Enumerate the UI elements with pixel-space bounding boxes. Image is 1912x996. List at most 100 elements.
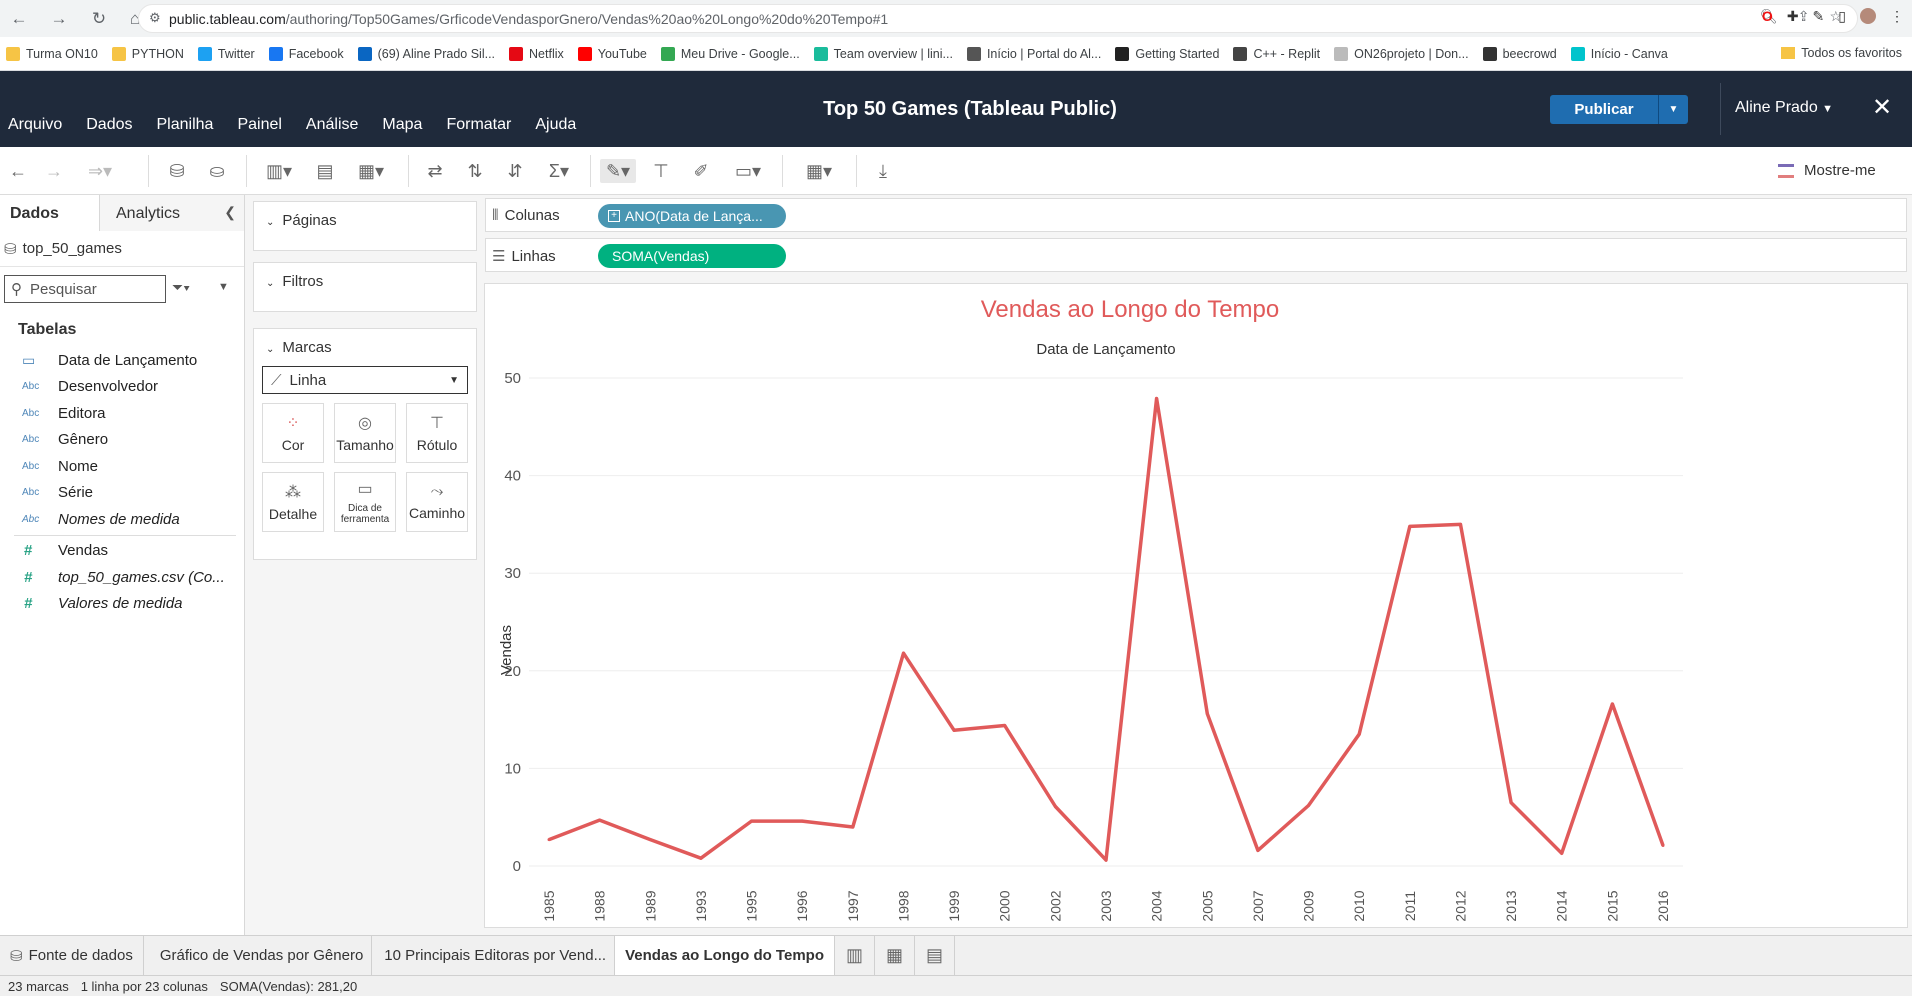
datasource-name: top_50_games	[22, 240, 122, 257]
search-row: ⚲ Pesquisar ⏷▾ ▼	[0, 267, 244, 311]
bookmark-item[interactable]: (69) Aline Prado Sil...	[357, 46, 495, 61]
close-icon[interactable]: ✕	[1872, 93, 1892, 122]
viz-container: Vendas ao Longo do Tempo Data de Lançame…	[484, 283, 1908, 928]
pause-updates-icon[interactable]: ⛀	[204, 159, 230, 183]
data-point	[1408, 524, 1412, 528]
line-chart[interactable]: Data de Lançamento01020304050Vendas1985 1…	[485, 284, 1907, 927]
show-me-button[interactable]: Mostre-me	[1778, 162, 1876, 179]
bookmark-item[interactable]: Facebook	[268, 46, 344, 61]
field-item[interactable]: Abc Desenvolvedor	[0, 374, 244, 401]
all-bookmarks[interactable]: Todos os favoritos	[1781, 46, 1902, 60]
field-item[interactable]: ▭ Data de Lançamento	[0, 347, 244, 374]
field-name: Desenvolvedor	[58, 378, 159, 396]
sidepanel-icon[interactable]: ▯	[1838, 8, 1846, 25]
replay-icon[interactable]: ⇒▾	[80, 159, 120, 183]
bookmark-item[interactable]: Getting Started	[1115, 46, 1219, 61]
datasource-tab[interactable]: ⛁ Fonte de dados	[0, 935, 144, 976]
mark-type-select[interactable]: ⟋ Linha ▼	[262, 366, 468, 394]
tab-dados[interactable]: Dados	[0, 195, 100, 231]
field-item[interactable]: # top_50_games.csv (Co...	[0, 564, 244, 591]
columns-pill[interactable]: + ANO(Data de Lança...	[598, 204, 786, 228]
duplicate-sheet-icon[interactable]: ▤	[312, 159, 338, 183]
site-info-icon[interactable]: ⚙	[149, 10, 161, 26]
redo-icon[interactable]: →	[42, 159, 66, 183]
filters-label: Filtros	[282, 273, 324, 290]
swap-icon[interactable]: ⇄	[422, 159, 448, 183]
bookmark-item[interactable]: beecrowd	[1482, 46, 1557, 61]
tab-analytics[interactable]: Analytics	[100, 195, 244, 231]
profile-avatar[interactable]	[1860, 8, 1876, 24]
marks-card: ⌄ Marcas ⟋ Linha ▼ ⁘ Cor ◎ Tamanho ⊤ Rótulo …	[253, 328, 477, 560]
field-item[interactable]: Abc Editora	[0, 400, 244, 427]
download-icon[interactable]: ⤓	[870, 159, 896, 183]
rows-shelf[interactable]: ☰ Linhas SOMA(Vendas)	[485, 238, 1907, 272]
clear-sheet-icon[interactable]: ▦▾	[352, 159, 390, 183]
puzzle-icon[interactable]: ✚	[1787, 8, 1799, 25]
bookmark-item[interactable]: Netflix	[509, 46, 564, 61]
new-worksheet-icon[interactable]: ▥	[835, 935, 875, 976]
x-tick-label: 1988	[592, 890, 608, 921]
bookmark-item[interactable]: Início | Portal do Al...	[966, 46, 1101, 61]
bookmark-item[interactable]: PYTHON	[111, 46, 184, 61]
bookmark-item[interactable]: Turma ON10	[6, 46, 98, 61]
pages-card[interactable]: ⌄ Páginas	[253, 201, 477, 251]
new-story-icon[interactable]: ▤	[915, 935, 955, 976]
sheet-tab-active[interactable]: Vendas ao Longo do Tempo	[615, 935, 835, 976]
bookmark-item[interactable]: Início - Canva	[1570, 46, 1668, 61]
path-button[interactable]: ⤳ Caminho	[406, 472, 468, 532]
columns-shelf[interactable]: ⦀ Colunas + ANO(Data de Lança...	[485, 198, 1907, 232]
label-button[interactable]: ⊤ Rótulo	[406, 403, 468, 463]
opera-icon[interactable]: O	[1762, 8, 1773, 25]
rows-pill[interactable]: SOMA(Vendas)	[598, 244, 786, 268]
field-item[interactable]: Abc Série	[0, 480, 244, 507]
color-button[interactable]: ⁘ Cor	[262, 403, 324, 463]
filters-card[interactable]: ⌄ Filtros	[253, 262, 477, 312]
sort-desc-icon[interactable]: ⇵	[502, 159, 528, 183]
back-icon[interactable]: ←	[8, 8, 30, 30]
sheet-tab[interactable]: 10 Principais Editoras por Vend...	[372, 935, 616, 976]
datasource-row[interactable]: ⛁ top_50_games	[0, 231, 244, 267]
collapse-icon[interactable]: ❮	[224, 204, 236, 221]
format-icon[interactable]: ✐	[688, 159, 714, 183]
address-bar[interactable]: ⚙ public.tableau.com/authoring/Top50Game…	[138, 4, 1858, 33]
pin-icon[interactable]: ✎	[1813, 8, 1825, 25]
datasource-icon: ⛁	[4, 240, 17, 258]
field-item[interactable]: # Vendas	[0, 538, 244, 565]
sort-asc-icon[interactable]: ⇅	[462, 159, 488, 183]
field-item[interactable]: Abc Nomes de medida	[0, 506, 244, 533]
filter-icon[interactable]: ⏷▾	[172, 279, 190, 296]
reload-icon[interactable]: ↻	[88, 8, 110, 30]
bookmark-item[interactable]: YouTube	[577, 46, 647, 61]
tooltip-button[interactable]: ▭ Dica de ferramenta	[334, 472, 396, 532]
field-item[interactable]: Abc Gênero	[0, 427, 244, 454]
sheet-tab[interactable]: Gráfico de Vendas por Gênero	[144, 935, 373, 976]
field-name: Data de Lançamento	[58, 351, 198, 369]
highlight-icon[interactable]: ✎▾	[600, 159, 636, 183]
presentation-icon[interactable]: ▦▾	[798, 159, 840, 183]
new-sheet-icon[interactable]: ▥▾	[262, 159, 296, 183]
totals-icon[interactable]: Σ▾	[542, 159, 576, 183]
bookmark-item[interactable]: C++ - Replit	[1233, 46, 1320, 61]
user-menu[interactable]: Aline Prado ▼	[1735, 99, 1833, 117]
view-options-icon[interactable]: ▼	[218, 281, 229, 293]
new-dashboard-icon[interactable]: ▦	[875, 935, 915, 976]
publish-button[interactable]: Publicar ▼	[1550, 95, 1688, 124]
bookmark-label: beecrowd	[1502, 46, 1557, 61]
bookmark-item[interactable]: Meu Drive - Google...	[660, 46, 800, 61]
detail-button[interactable]: ⁂ Detalhe	[262, 472, 324, 532]
labels-icon[interactable]: ⊤	[648, 159, 674, 183]
bookmark-item[interactable]: ON26projeto | Don...	[1334, 46, 1469, 61]
fit-icon[interactable]: ▭▾	[728, 159, 768, 183]
field-item[interactable]: # Valores de medida	[0, 591, 244, 618]
field-item[interactable]: Abc Nome	[0, 453, 244, 480]
undo-icon[interactable]: ←	[6, 159, 30, 183]
toolbar-separator	[148, 155, 149, 187]
search-input[interactable]: ⚲ Pesquisar	[4, 275, 166, 303]
forward-icon[interactable]: →	[48, 8, 70, 30]
kebab-icon[interactable]: ⋮	[1890, 8, 1904, 25]
bookmark-item[interactable]: Team overview | lini...	[813, 46, 953, 61]
publish-dropdown-icon[interactable]: ▼	[1658, 95, 1688, 124]
size-button[interactable]: ◎ Tamanho	[334, 403, 396, 463]
bookmark-item[interactable]: Twitter	[197, 46, 255, 61]
new-datasource-icon[interactable]: ⛁	[164, 159, 190, 183]
